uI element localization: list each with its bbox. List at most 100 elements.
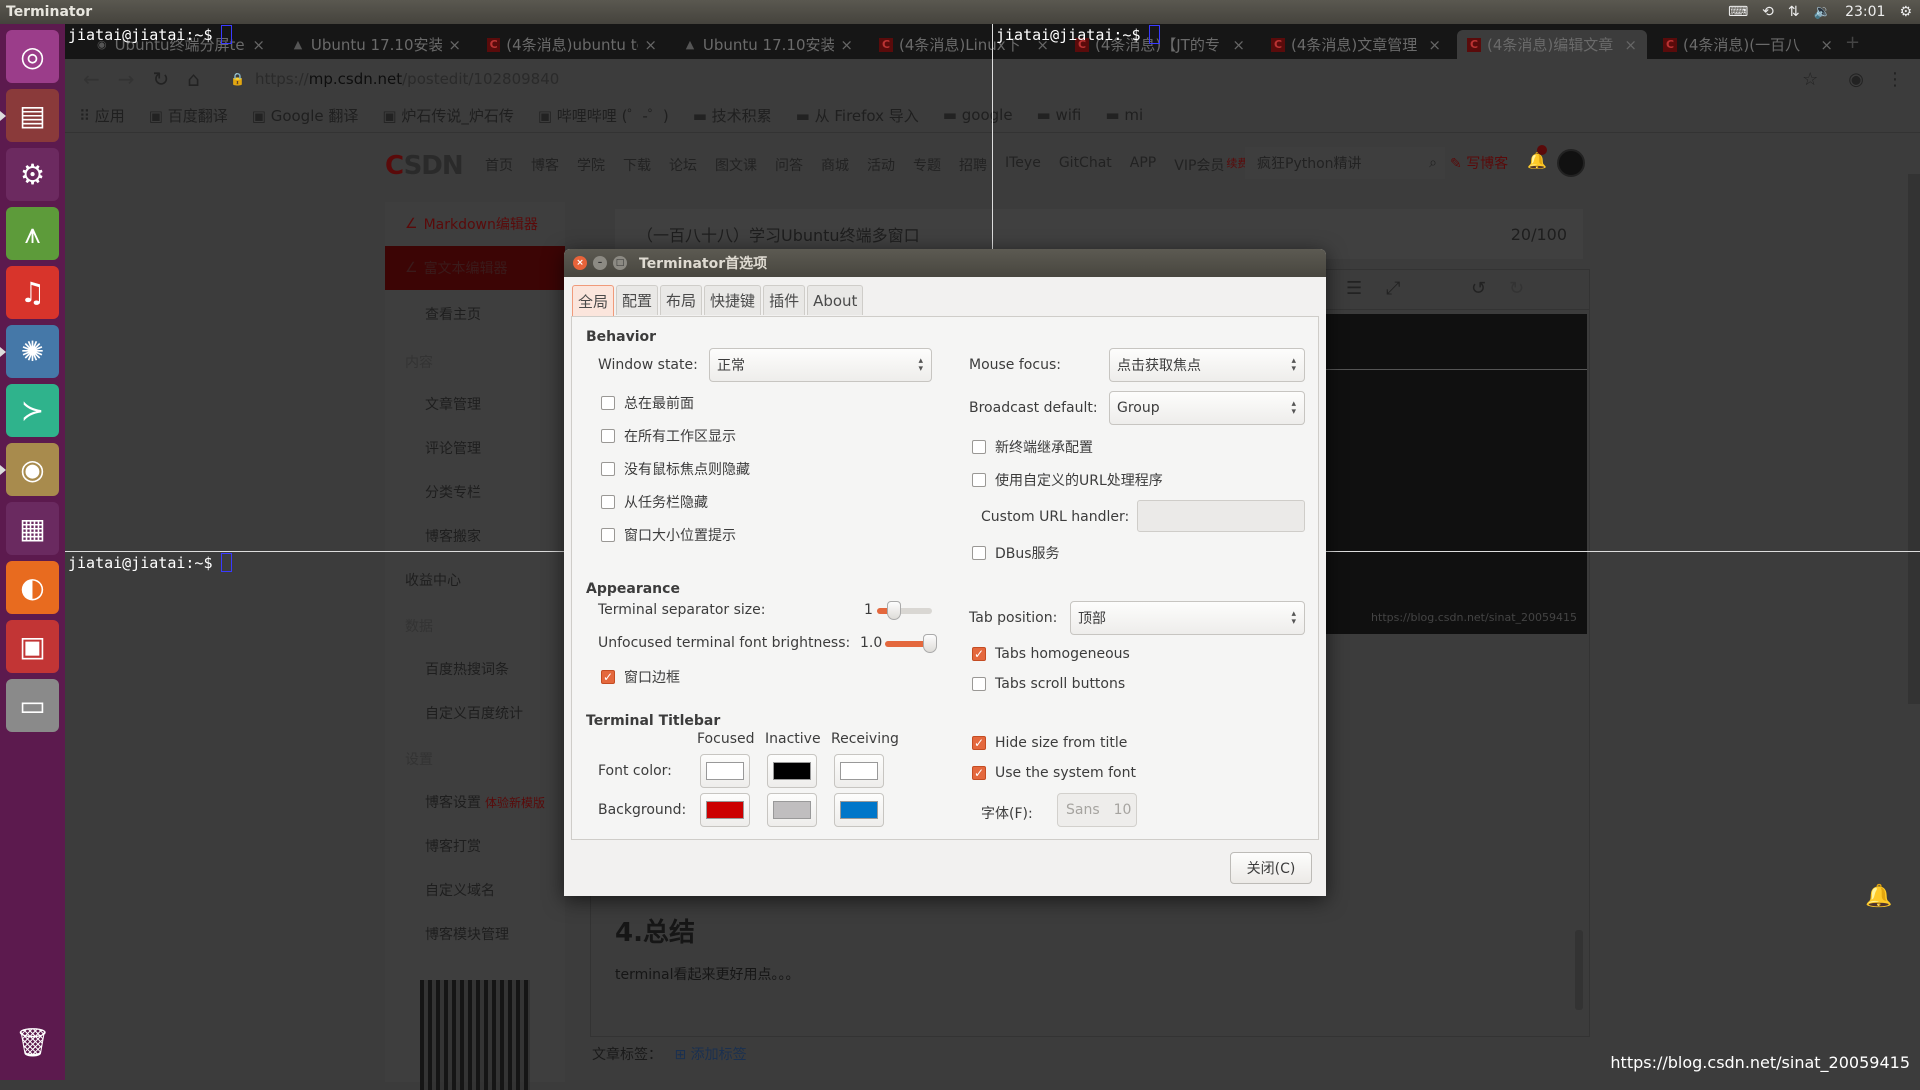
pref-tab-2[interactable]: 布局 xyxy=(660,285,702,315)
chrome-icon[interactable]: ◉ xyxy=(6,443,59,496)
custom-url-field[interactable] xyxy=(1137,500,1305,532)
sidebar-markdown-editor[interactable]: ∠ Markdown编辑器 xyxy=(385,202,565,246)
sidebar-blog-settings[interactable]: 博客设置体验新模版 xyxy=(385,780,565,824)
font-chooser-button[interactable]: Sans 10 xyxy=(1057,793,1137,827)
terminator-icon[interactable]: ▣ xyxy=(6,620,59,673)
csdn-logo[interactable]: CSDN xyxy=(385,151,463,181)
browser-tab[interactable]: C(4条消息)编辑文章× xyxy=(1457,30,1647,59)
background-color-swatch-focused[interactable] xyxy=(700,793,750,827)
back-icon[interactable]: ← xyxy=(83,67,100,91)
csdn-nav-link[interactable]: 下载 xyxy=(623,155,651,175)
profile-icon[interactable]: ◉ xyxy=(1848,69,1864,90)
window-state-combo[interactable]: 正常 ▴▾ xyxy=(709,348,932,382)
tab-close-icon[interactable]: × xyxy=(1232,36,1245,54)
browser-tab[interactable]: C(4条消息)文章管理× xyxy=(1261,30,1451,59)
tabs-homogeneous-checkbox[interactable]: ✓ Tabs homogeneous xyxy=(972,646,1130,662)
terminal-pane-2-prompt[interactable]: jiatai@jiatai:~$ xyxy=(996,25,1160,44)
tabs-scroll-checkbox[interactable]: Tabs scroll buttons xyxy=(972,676,1125,692)
disk-drive-icon[interactable]: ▭ xyxy=(6,679,59,732)
broadcast-default-combo[interactable]: Group ▴▾ xyxy=(1109,391,1305,425)
bookmark-item[interactable]: ▬ wifi xyxy=(1037,106,1082,124)
sidebar-comment-manage[interactable]: 评论管理 xyxy=(385,426,565,470)
sidebar-article-manage[interactable]: 文章管理 xyxy=(385,382,565,426)
browser-tab[interactable]: ▲Ubuntu 17.10安装× xyxy=(673,30,863,59)
hide-size-checkbox[interactable]: ✓ Hide size from title xyxy=(972,735,1127,751)
csdn-nav-link[interactable]: 学院 xyxy=(577,155,605,175)
bookmark-item[interactable]: ⠿ 应用 xyxy=(79,105,125,126)
list-icon[interactable]: ☰ xyxy=(1346,278,1362,299)
tab-close-icon[interactable]: × xyxy=(448,36,461,54)
bookmark-item[interactable]: ▬ 技术积累 xyxy=(693,105,772,126)
background-color-swatch-receiving[interactable] xyxy=(834,793,884,827)
terminal-pane-3-prompt[interactable]: jiatai@jiatai:~$ xyxy=(68,553,232,572)
bookmark-item[interactable]: ▬ 从 Firefox 导入 xyxy=(796,105,919,126)
reload-icon[interactable]: ↻ xyxy=(153,67,170,91)
bookmark-item[interactable]: ▣ 百度翻译 xyxy=(149,105,228,126)
behavior-right-checkbox[interactable]: 使用自定义的URL处理程序 xyxy=(972,470,1163,490)
editor-scrollbar[interactable] xyxy=(1575,930,1583,1010)
close-window-icon[interactable]: × xyxy=(573,256,587,270)
ubuntu-dash-icon[interactable]: ◎ xyxy=(6,30,59,83)
tab-close-icon[interactable]: × xyxy=(840,36,853,54)
csdn-search[interactable]: 疯狂Python精讲 ⌕ xyxy=(1245,147,1445,179)
sidebar-blog-modules[interactable]: 博客模块管理 xyxy=(385,912,565,956)
menu-icon[interactable]: ⋮ xyxy=(1886,69,1904,90)
new-template-badge[interactable]: 体验新模版 xyxy=(485,794,545,811)
settings-gear-icon[interactable]: ⚙ xyxy=(1899,4,1912,20)
system-font-checkbox[interactable]: ✓ Use the system font xyxy=(972,765,1136,781)
behavior-checkbox[interactable]: 从任务栏隐藏 xyxy=(601,492,708,512)
add-tag-button[interactable]: ⊞ 添加标签 xyxy=(674,1047,746,1063)
bookmark-item[interactable]: ▣ Google 翻译 xyxy=(252,105,359,126)
browser-tab[interactable]: ▲Ubuntu 17.10安装× xyxy=(281,30,471,59)
tab-close-icon[interactable]: × xyxy=(252,36,265,54)
sidebar-earnings[interactable]: 收益中心 xyxy=(385,558,565,602)
csdn-nav-link[interactable]: 专题 xyxy=(913,155,941,175)
keyboard-icon[interactable]: ⌨ xyxy=(1728,4,1748,20)
bookmark-item[interactable]: ▣ 炉石传说_炉石传 xyxy=(382,105,513,126)
slider-knob[interactable] xyxy=(923,634,937,653)
bell-icon[interactable]: 🔔4 xyxy=(1527,151,1547,170)
sidebar-view-home[interactable]: 查看主页 xyxy=(385,292,565,336)
firefox-icon[interactable]: ◐ xyxy=(6,561,59,614)
csdn-nav-link[interactable]: 博客 xyxy=(531,155,559,175)
mouse-focus-combo[interactable]: 点击获取焦点 ▴▾ xyxy=(1109,348,1305,382)
csdn-nav-link[interactable]: 问答 xyxy=(775,155,803,175)
dbus-checkbox[interactable]: DBus服务 xyxy=(972,543,1060,563)
new-tab-button[interactable]: + xyxy=(1845,32,1860,53)
tab-close-icon[interactable]: × xyxy=(644,36,657,54)
close-button[interactable]: 关闭(C) xyxy=(1230,852,1312,884)
csdn-nav-link[interactable]: 商城 xyxy=(821,155,849,175)
pref-tab-5[interactable]: About xyxy=(807,285,863,315)
slider-knob[interactable] xyxy=(887,601,901,620)
behavior-checkbox[interactable]: 窗口大小位置提示 xyxy=(601,525,736,545)
sync-icon[interactable]: ⟲ xyxy=(1762,4,1774,20)
feedback-icon[interactable]: 🔔 xyxy=(1865,884,1892,909)
sidebar-custom-baidu[interactable]: 自定义百度统计 xyxy=(385,691,565,735)
browser-tab[interactable]: C(4条消息)(一百八× xyxy=(1653,30,1843,59)
pref-tab-0[interactable]: 全局 xyxy=(572,285,614,317)
url-field[interactable]: https://mp.csdn.net/postedit/102809840 xyxy=(255,70,559,88)
terminal-pane-1-prompt[interactable]: jiatai@jiatai:~$ xyxy=(68,25,232,44)
csdn-nav-link[interactable]: GitChat xyxy=(1059,155,1112,175)
tab-close-icon[interactable]: × xyxy=(1820,36,1833,54)
csdn-nav-link[interactable]: 招聘 xyxy=(959,155,987,175)
fullscreen-icon[interactable]: ⤢ xyxy=(1386,278,1400,299)
bookmark-star-icon[interactable]: ☆ xyxy=(1802,69,1818,90)
redo-icon[interactable]: ↻ xyxy=(1509,278,1524,299)
sidebar-custom-domain[interactable]: 自定义域名 xyxy=(385,868,565,912)
csdn-nav-link[interactable]: VIP会员 xyxy=(1174,155,1224,175)
search-icon[interactable]: ⌕ xyxy=(1429,155,1437,171)
pref-tab-4[interactable]: 插件 xyxy=(763,285,805,315)
csdn-nav-link[interactable]: 图文课 xyxy=(715,155,757,175)
terminal-icon[interactable]: ≻ xyxy=(6,384,59,437)
window-border-checkbox[interactable]: ✓ 窗口边框 xyxy=(601,667,680,687)
pref-tab-3[interactable]: 快捷键 xyxy=(704,285,761,315)
sidebar-richtext-editor[interactable]: ∠ 富文本编辑器 xyxy=(385,246,565,290)
bookmark-item[interactable]: ▣ 哔哩哔哩 (゜-゜) xyxy=(538,105,669,126)
tab-close-icon[interactable]: × xyxy=(1428,36,1441,54)
csdn-nav-link[interactable]: 活动 xyxy=(867,155,895,175)
behavior-checkbox[interactable]: 没有鼠标焦点则隐藏 xyxy=(601,459,750,479)
sidebar-blog-reward[interactable]: 博客打赏 xyxy=(385,824,565,868)
write-blog-button[interactable]: ✎ 写博客 xyxy=(1450,153,1508,173)
csdn-nav-link[interactable]: 论坛 xyxy=(669,155,697,175)
